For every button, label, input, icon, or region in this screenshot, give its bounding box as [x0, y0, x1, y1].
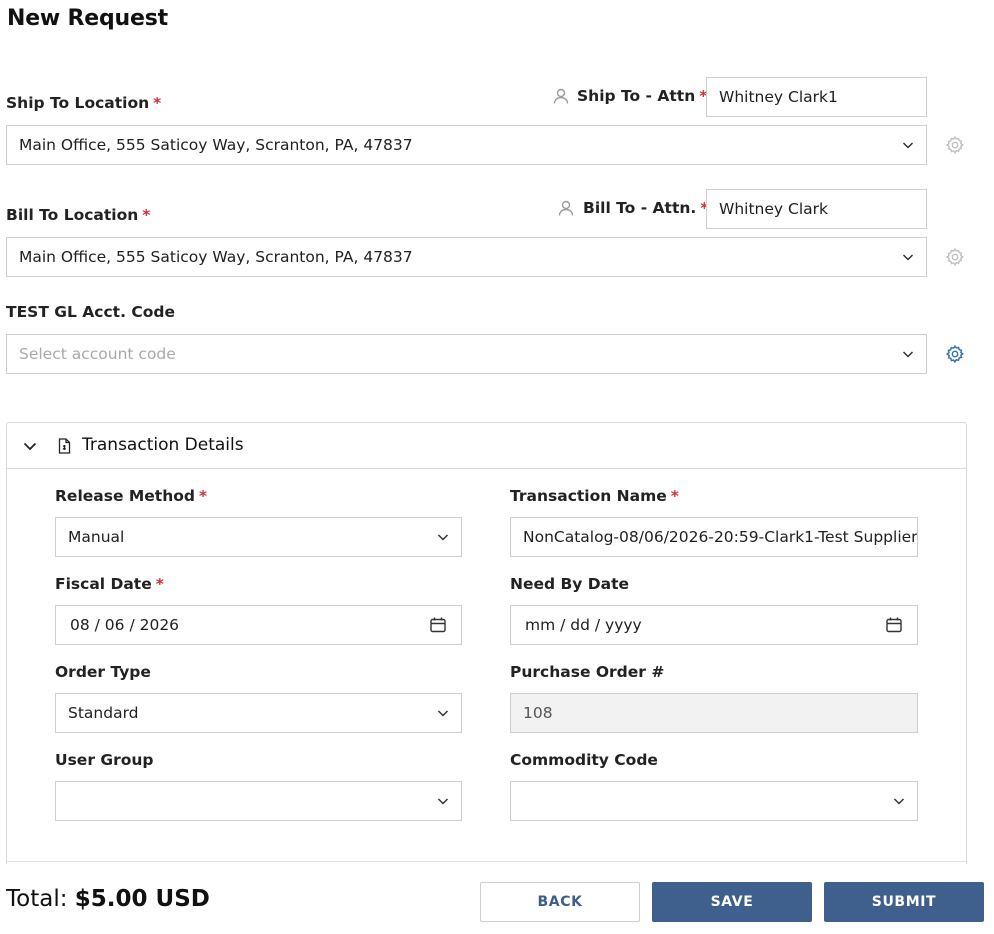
chevron-down-icon[interactable] — [22, 438, 38, 454]
chevron-down-icon — [437, 534, 449, 541]
purchase-order-input: 108 — [510, 693, 918, 733]
chevron-down-icon — [893, 798, 905, 805]
need-by-date-label: Need By Date — [510, 575, 630, 593]
chevron-down-icon — [902, 142, 914, 149]
ship-to-attn-input[interactable]: Whitney Clark1 — [706, 77, 927, 117]
commodity-code-label: Commodity Code — [510, 751, 658, 769]
ship-to-location-select[interactable]: Main Office, 555 Saticoy Way, Scranton, … — [6, 125, 927, 165]
bill-to-location-select[interactable]: Main Office, 555 Saticoy Way, Scranton, … — [6, 237, 927, 277]
calendar-icon[interactable] — [885, 616, 903, 634]
purchase-order-label: Purchase Order # — [510, 663, 665, 681]
order-total: Total: $5.00 USD — [6, 886, 210, 912]
page-title: New Request — [7, 6, 168, 31]
chevron-down-icon — [437, 798, 449, 805]
transaction-details-title: Transaction Details — [82, 435, 244, 455]
gl-code-label: TEST GL Acct. Code — [6, 303, 175, 321]
calendar-icon[interactable] — [429, 616, 447, 634]
user-group-label: User Group — [55, 751, 154, 769]
gl-code-select[interactable]: Select account code — [6, 334, 927, 374]
transaction-name-label: Transaction Name * — [510, 487, 679, 505]
bill-to-attn-label: Bill To - Attn. * — [557, 199, 708, 217]
bill-to-attn-input[interactable]: Whitney Clark — [706, 189, 927, 229]
chevron-down-icon — [437, 710, 449, 717]
person-icon — [553, 88, 569, 104]
need-by-date-input[interactable]: mm / dd / yyyy — [510, 605, 918, 645]
transaction-details-header[interactable]: Transaction Details — [7, 423, 966, 469]
user-group-select[interactable] — [55, 781, 462, 821]
release-method-label: Release Method * — [55, 487, 208, 505]
ship-to-location-label: Ship To Location * — [6, 94, 162, 112]
save-button[interactable]: SAVE — [652, 882, 812, 922]
gear-icon[interactable] — [945, 344, 965, 364]
fiscal-date-label: Fiscal Date * — [55, 575, 164, 593]
fiscal-date-input[interactable]: 08 / 06 / 2026 — [55, 605, 462, 645]
bill-to-location-label: Bill To Location * — [6, 206, 151, 224]
order-type-label: Order Type — [55, 663, 151, 681]
gear-icon[interactable] — [945, 135, 965, 155]
document-icon — [58, 438, 71, 454]
ship-to-attn-label: Ship To - Attn * — [552, 87, 707, 105]
release-method-select[interactable]: Manual — [55, 517, 462, 557]
order-type-select[interactable]: Standard — [55, 693, 462, 733]
person-icon — [558, 200, 574, 216]
chevron-down-icon — [902, 254, 914, 261]
panel-divider — [7, 861, 966, 862]
commodity-code-select[interactable] — [510, 781, 918, 821]
gear-icon[interactable] — [945, 247, 965, 267]
submit-button[interactable]: SUBMIT — [824, 882, 984, 922]
transaction-name-input[interactable]: NonCatalog-08/06/2026-20:59-Clark1-Test … — [510, 517, 918, 557]
chevron-down-icon — [902, 351, 914, 358]
back-button[interactable]: BACK — [480, 882, 640, 922]
